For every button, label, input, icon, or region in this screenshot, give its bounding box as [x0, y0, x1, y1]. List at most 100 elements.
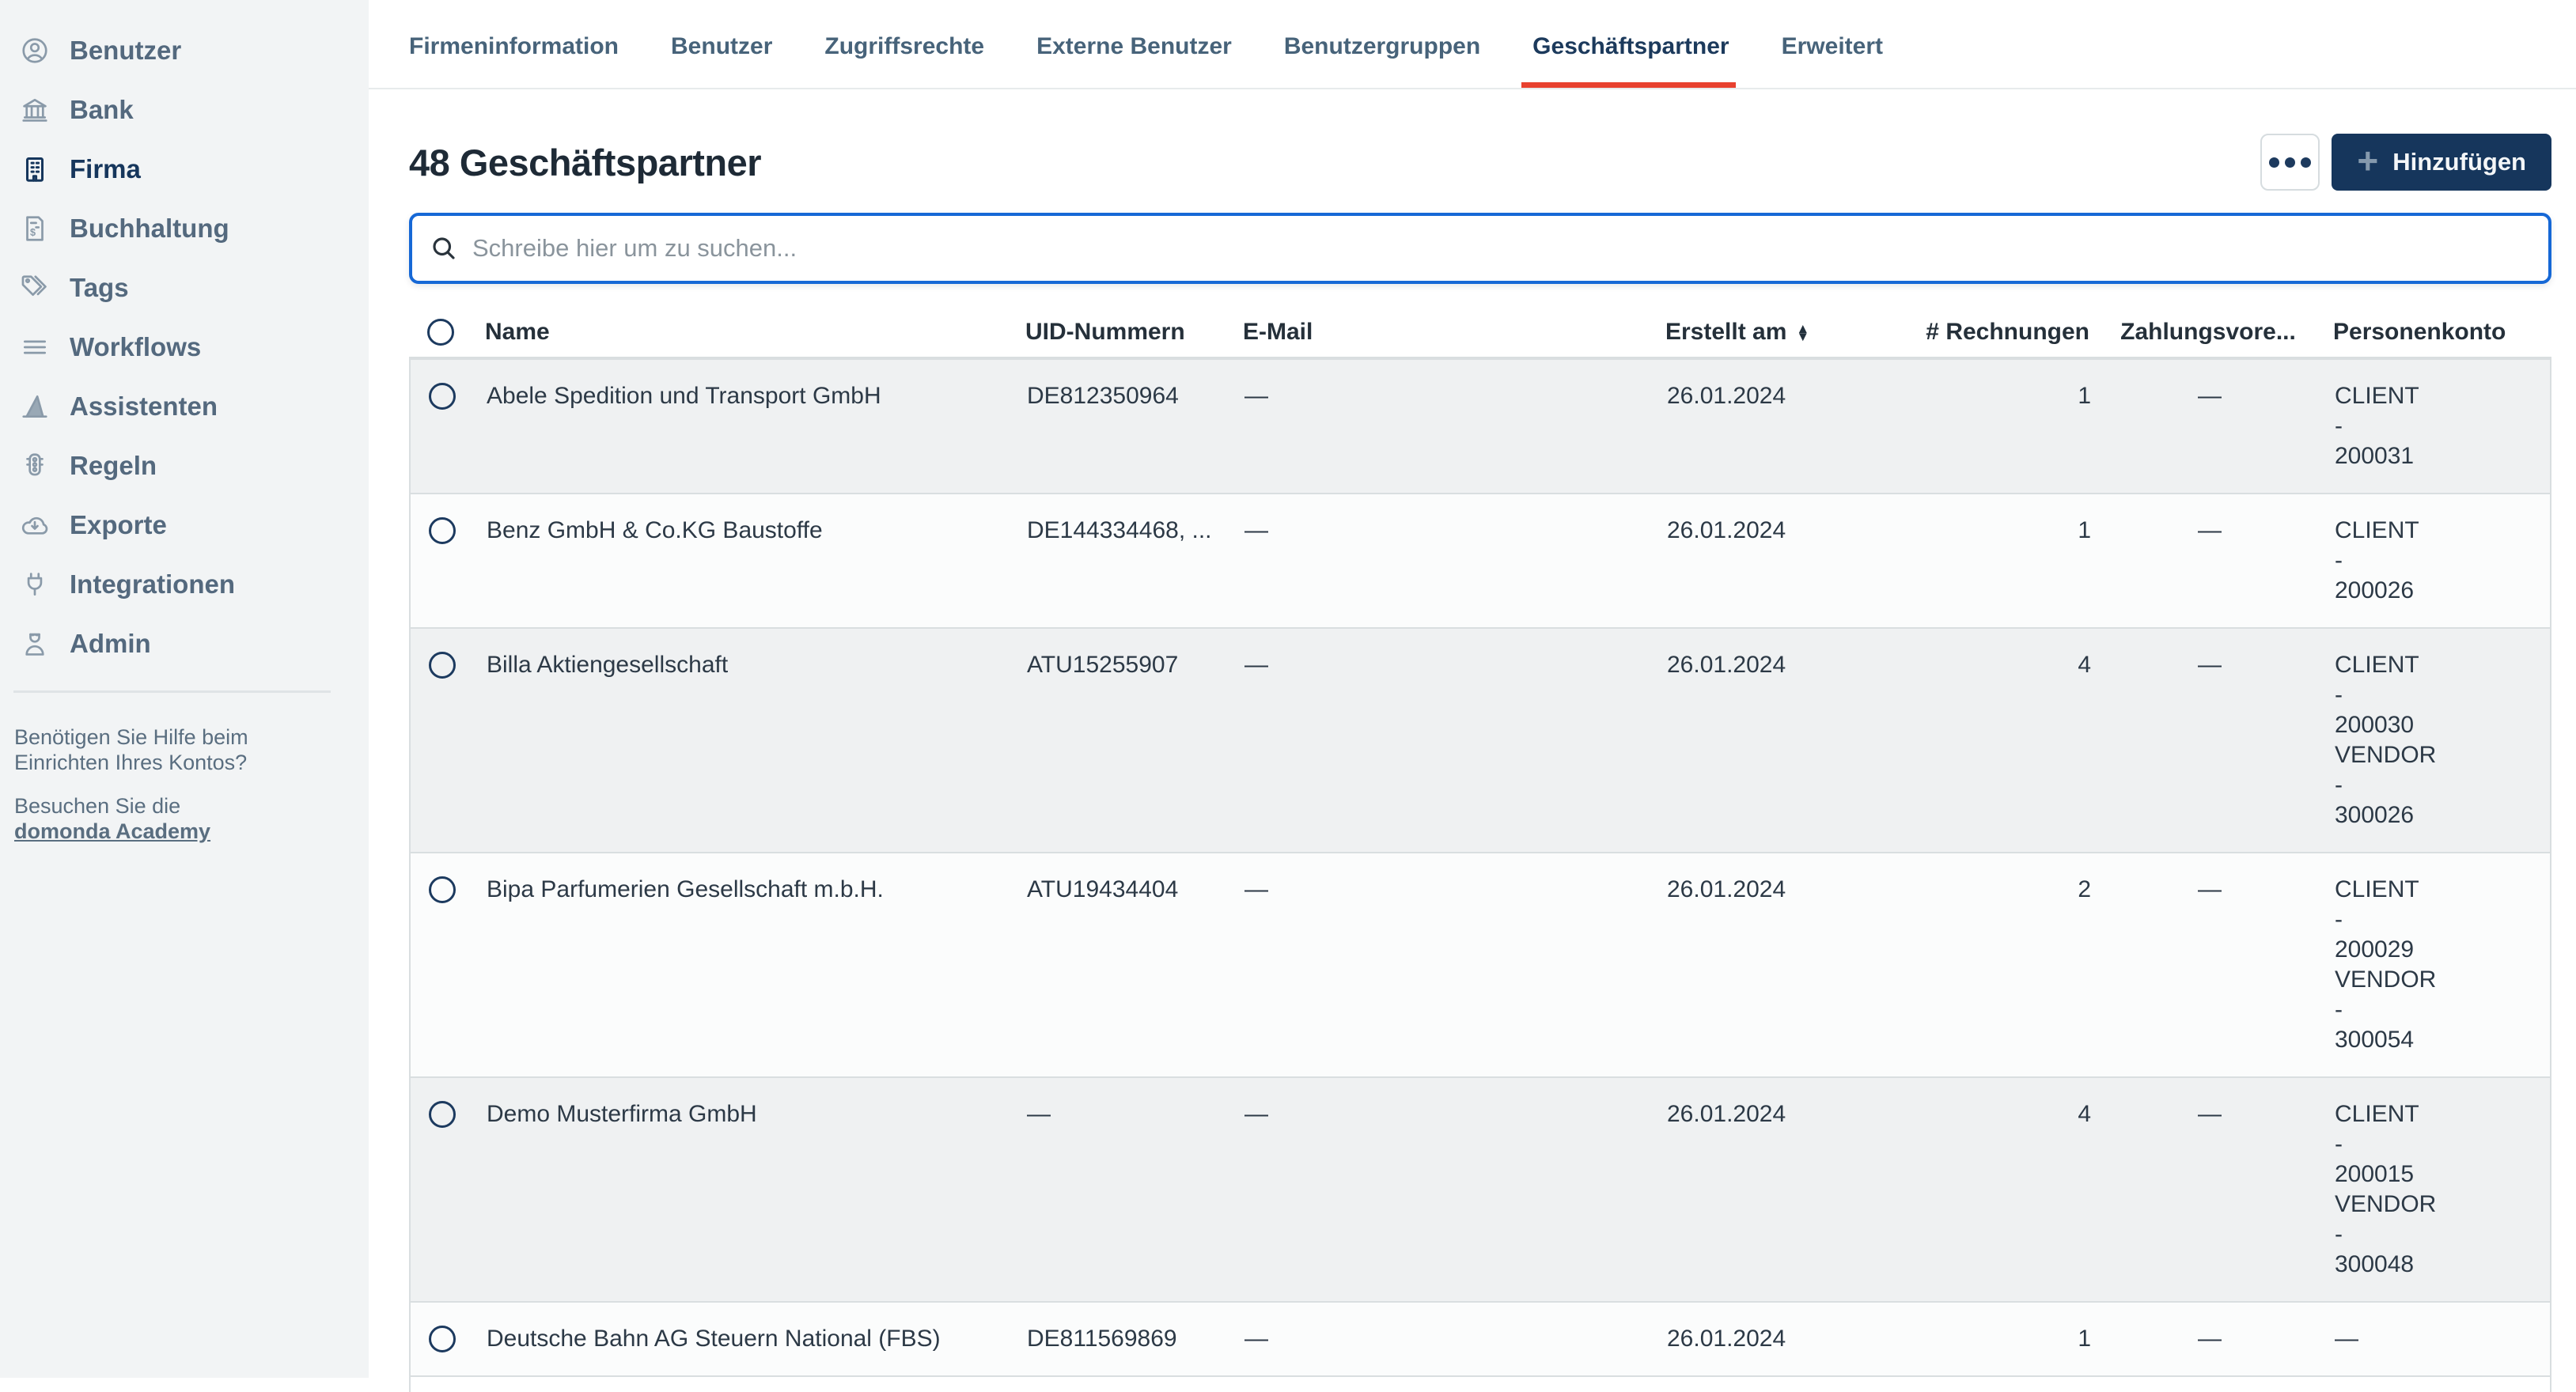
workflow-lines-icon	[19, 331, 51, 363]
column-header-account[interactable]: Personenkonto	[2327, 319, 2551, 346]
uid-numbers: DE144334468, ...	[1021, 516, 1233, 546]
partner-name: Demo Musterfirma GmbH	[477, 1099, 1021, 1129]
column-header-invoices[interactable]: # Rechnungen	[1895, 319, 2089, 346]
tags-icon	[19, 272, 51, 304]
partner-name: Abele Spedition und Transport GmbH	[477, 381, 1021, 411]
personal-account: CLIENT - 200029 VENDOR - 300054	[2328, 875, 2550, 1055]
sidebar-item-bank[interactable]: Bank	[0, 80, 369, 139]
invoice-count: 1	[1896, 516, 2091, 546]
partner-email: —	[1233, 1099, 1661, 1129]
personal-account: CLIENT - 200030 VENDOR - 300026	[2328, 650, 2550, 830]
table-row[interactable]: Demo Musterfirma GmbH — — 26.01.2024 4 —…	[411, 1076, 2550, 1301]
more-actions-button[interactable]	[2260, 134, 2320, 191]
settings-tabbar: Firmeninformation Benutzer Zugriffsrecht…	[369, 0, 2576, 89]
plug-icon	[19, 569, 51, 600]
tab-geschaeftspartner[interactable]: Geschäftspartner	[1532, 5, 1729, 88]
sidebar-help: Benötigen Sie Hilfe beim Einrichten Ihre…	[0, 693, 369, 845]
sidebar-item-workflows[interactable]: Workflows	[0, 317, 369, 376]
wizard-hat-icon	[19, 391, 51, 422]
column-header-email[interactable]: E-Mail	[1232, 319, 1659, 346]
column-header-uid[interactable]: UID-Nummern	[1020, 319, 1232, 346]
row-checkbox[interactable]	[429, 383, 456, 410]
user-circle-icon	[19, 35, 51, 66]
add-partner-button[interactable]: + Hinzufügen	[2332, 134, 2551, 191]
sidebar-item-firma[interactable]: Firma	[0, 139, 369, 199]
created-date: 26.01.2024	[1661, 1099, 1896, 1129]
add-button-label: Hinzufügen	[2392, 148, 2526, 176]
search-bar	[409, 213, 2551, 284]
sidebar-item-label: Bank	[70, 95, 134, 125]
sidebar-item-regeln[interactable]: Regeln	[0, 436, 369, 495]
cloud-download-icon	[19, 509, 51, 541]
select-all-checkbox[interactable]	[427, 319, 454, 346]
column-header-name[interactable]: Name	[475, 319, 1020, 346]
table-row[interactable]: Bipa Parfumerien Gesellschaft m.b.H. ATU…	[411, 852, 2550, 1076]
row-checkbox[interactable]	[429, 652, 456, 679]
row-checkbox[interactable]	[429, 1101, 456, 1128]
partners-table: Name UID-Nummern E-Mail Erstellt am▲▼ # …	[409, 308, 2551, 1392]
partner-email: —	[1233, 1324, 1661, 1354]
sidebar-item-label: Integrationen	[70, 569, 235, 600]
sidebar-item-label: Assistenten	[70, 392, 218, 422]
column-header-payment[interactable]: Zahlungsvore...	[2089, 319, 2327, 346]
partner-email: —	[1233, 516, 1661, 546]
sidebar-item-assistenten[interactable]: Assistenten	[0, 376, 369, 436]
table-row[interactable]: Deutsche Bahn AG Steuern National (FBS) …	[411, 1301, 2550, 1375]
partner-name: Benz GmbH & Co.KG Baustoffe	[477, 516, 1021, 546]
tab-zugriffsrechte[interactable]: Zugriffsrechte	[824, 5, 984, 88]
partner-email: —	[1233, 381, 1661, 411]
sidebar-item-admin[interactable]: Admin	[0, 614, 369, 673]
invoice-count: 4	[1896, 1099, 2091, 1129]
sidebar: Benutzer Bank Firma $ Buchhaltung Tags W…	[0, 0, 369, 1378]
invoice-count: 1	[1896, 381, 2091, 411]
invoice-count: 2	[1896, 875, 2091, 905]
tab-erweitert[interactable]: Erweitert	[1782, 5, 1883, 88]
sidebar-item-benutzer[interactable]: Benutzer	[0, 21, 369, 80]
sidebar-item-buchhaltung[interactable]: $ Buchhaltung	[0, 199, 369, 258]
sidebar-item-integrationen[interactable]: Integrationen	[0, 554, 369, 614]
uid-numbers: ATU19434404	[1021, 875, 1233, 905]
row-checkbox[interactable]	[429, 517, 456, 544]
sidebar-item-label: Firma	[70, 154, 141, 184]
sidebar-item-label: Workflows	[70, 332, 201, 362]
column-header-created[interactable]: Erstellt am▲▼	[1659, 319, 1895, 346]
created-date: 26.01.2024	[1661, 1324, 1896, 1354]
personal-account: CLIENT - 200026	[2328, 516, 2550, 606]
uid-numbers: DE812350964	[1021, 381, 1233, 411]
table-row[interactable]: Billa Aktiengesellschaft ATU15255907 — 2…	[411, 627, 2550, 852]
content-area: 48 Geschäftspartner + Hinzufügen Name UI…	[369, 133, 2576, 1392]
tab-externe-benutzer[interactable]: Externe Benutzer	[1036, 5, 1232, 88]
sort-icon[interactable]: ▲▼	[1796, 325, 1809, 342]
table-row[interactable]: Abele Spedition und Transport GmbH DE812…	[411, 358, 2550, 493]
uid-numbers: —	[1021, 1099, 1233, 1129]
personal-account: —	[2328, 1324, 2550, 1354]
uid-numbers: ATU15255907	[1021, 650, 1233, 680]
sidebar-item-label: Admin	[70, 629, 151, 659]
search-input[interactable]	[472, 234, 2531, 263]
tab-benutzer[interactable]: Benutzer	[671, 5, 772, 88]
partner-name: Bipa Parfumerien Gesellschaft m.b.H.	[477, 875, 1021, 905]
created-date: 26.01.2024	[1661, 381, 1896, 411]
row-checkbox[interactable]	[429, 876, 456, 903]
created-date: 26.01.2024	[1661, 516, 1896, 546]
help-question-line1: Benötigen Sie Hilfe beim	[14, 724, 353, 750]
created-date: 26.01.2024	[1661, 650, 1896, 680]
table-row[interactable]: Benz GmbH & Co.KG Baustoffe DE144334468,…	[411, 493, 2550, 627]
domonda-academy-link[interactable]: domonda Academy	[14, 819, 210, 843]
payment-terms: —	[2091, 1324, 2328, 1354]
sidebar-item-exporte[interactable]: Exporte	[0, 495, 369, 554]
sidebar-item-label: Buchhaltung	[70, 214, 229, 244]
tab-benutzergruppen[interactable]: Benutzergruppen	[1284, 5, 1480, 88]
help-cta-text: Besuchen Sie die	[14, 793, 353, 819]
sidebar-item-tags[interactable]: Tags	[0, 258, 369, 317]
tab-firmeninformation[interactable]: Firmeninformation	[409, 5, 619, 88]
sidebar-item-label: Tags	[70, 273, 129, 303]
partner-name: Billa Aktiengesellschaft	[477, 650, 1021, 680]
partner-name: Deutsche Bahn AG Steuern National (FBS)	[477, 1324, 1021, 1354]
partner-email: —	[1233, 650, 1661, 680]
row-checkbox[interactable]	[429, 1326, 456, 1352]
table-body: Abele Spedition und Transport GmbH DE812…	[409, 357, 2551, 1375]
invoice-count: 1	[1896, 1324, 2091, 1354]
page-title: 48 Geschäftspartner	[409, 141, 761, 184]
table-header: Name UID-Nummern E-Mail Erstellt am▲▼ # …	[409, 308, 2551, 357]
